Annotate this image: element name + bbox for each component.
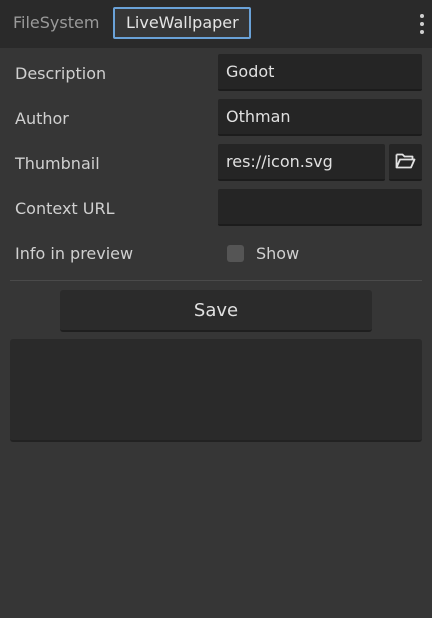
tab-filesystem[interactable]: FileSystem: [0, 7, 112, 39]
tab-livewallpaper[interactable]: LiveWallpaper: [113, 7, 251, 39]
divider: [10, 280, 422, 281]
thumbnail-label: Thumbnail: [15, 154, 100, 173]
author-field[interactable]: Othman: [218, 99, 422, 136]
author-label: Author: [15, 109, 69, 128]
vertical-ellipsis-icon[interactable]: [416, 12, 428, 36]
context-url-field[interactable]: [218, 189, 422, 226]
save-button[interactable]: Save: [60, 290, 372, 332]
description-label: Description: [15, 64, 107, 83]
folder-open-icon: [395, 153, 416, 169]
thumbnail-field[interactable]: res://icon.svg: [218, 144, 385, 181]
description-field[interactable]: Godot: [218, 54, 422, 91]
preview-panel: [10, 339, 422, 442]
info-in-preview-label: Info in preview: [15, 244, 134, 263]
dock-panel: FileSystem LiveWallpaper Description God…: [0, 0, 432, 618]
context-url-label: Context URL: [15, 199, 115, 218]
tab-bar: FileSystem LiveWallpaper: [0, 0, 432, 48]
browse-thumbnail-button[interactable]: [389, 144, 422, 181]
show-info-checkbox[interactable]: [227, 245, 244, 262]
show-checkbox-label[interactable]: Show: [256, 236, 299, 272]
